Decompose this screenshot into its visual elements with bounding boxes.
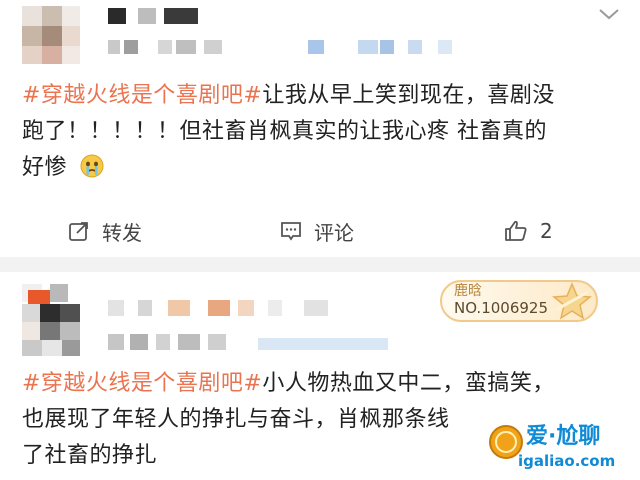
chevron-down-icon[interactable] xyxy=(598,6,620,22)
text-line: 跑了！！！！！但社畜肖枫真实的让我心疼 社畜真的 xyxy=(22,119,547,144)
watermark-url: igaliao.com xyxy=(518,452,616,470)
hashtag-link[interactable]: #穿越火线是个喜剧吧# xyxy=(22,371,262,396)
avatar[interactable] xyxy=(22,284,80,356)
repost-icon xyxy=(69,222,88,241)
text-line: 小人物热血又中二，蛮搞笑， xyxy=(262,371,555,396)
post-meta xyxy=(108,40,458,56)
fan-badge-title: 鹿晗 xyxy=(454,283,482,299)
star-icon xyxy=(552,282,592,320)
text-line: 让我从早上笑到现在，喜剧没 xyxy=(262,83,555,108)
weibo-post-1: #穿越火线是个喜剧吧#让我从早上笑到现在，喜剧没 跑了！！！！！但社畜肖枫真实的… xyxy=(0,0,640,257)
repost-label: 转发 xyxy=(102,220,142,245)
comment-button[interactable]: 评论 xyxy=(280,208,354,254)
action-bar: 转发 评论 2 xyxy=(0,208,640,254)
avatar[interactable] xyxy=(22,6,80,64)
username[interactable] xyxy=(108,8,198,26)
hashtag-link[interactable]: #穿越火线是个喜剧吧# xyxy=(22,83,262,108)
post-body: #穿越火线是个喜剧吧#让我从早上笑到现在，喜剧没 跑了！！！！！但社畜肖枫真实的… xyxy=(22,78,622,186)
username[interactable] xyxy=(108,300,338,318)
comment-label: 评论 xyxy=(314,220,354,245)
text-line: 好惨 xyxy=(22,155,68,180)
watermark-title: 爱·尬聊 xyxy=(526,424,601,449)
fan-badge-number: NO.1006925 xyxy=(454,299,548,317)
comment-icon xyxy=(281,222,301,241)
crying-face-icon xyxy=(80,154,104,178)
thumbs-up-icon xyxy=(505,220,527,241)
post-separator xyxy=(0,257,640,272)
like-button[interactable]: 2 xyxy=(504,208,553,254)
post-meta xyxy=(108,334,398,352)
like-count: 2 xyxy=(540,219,553,243)
repost-button[interactable]: 转发 xyxy=(68,208,142,254)
